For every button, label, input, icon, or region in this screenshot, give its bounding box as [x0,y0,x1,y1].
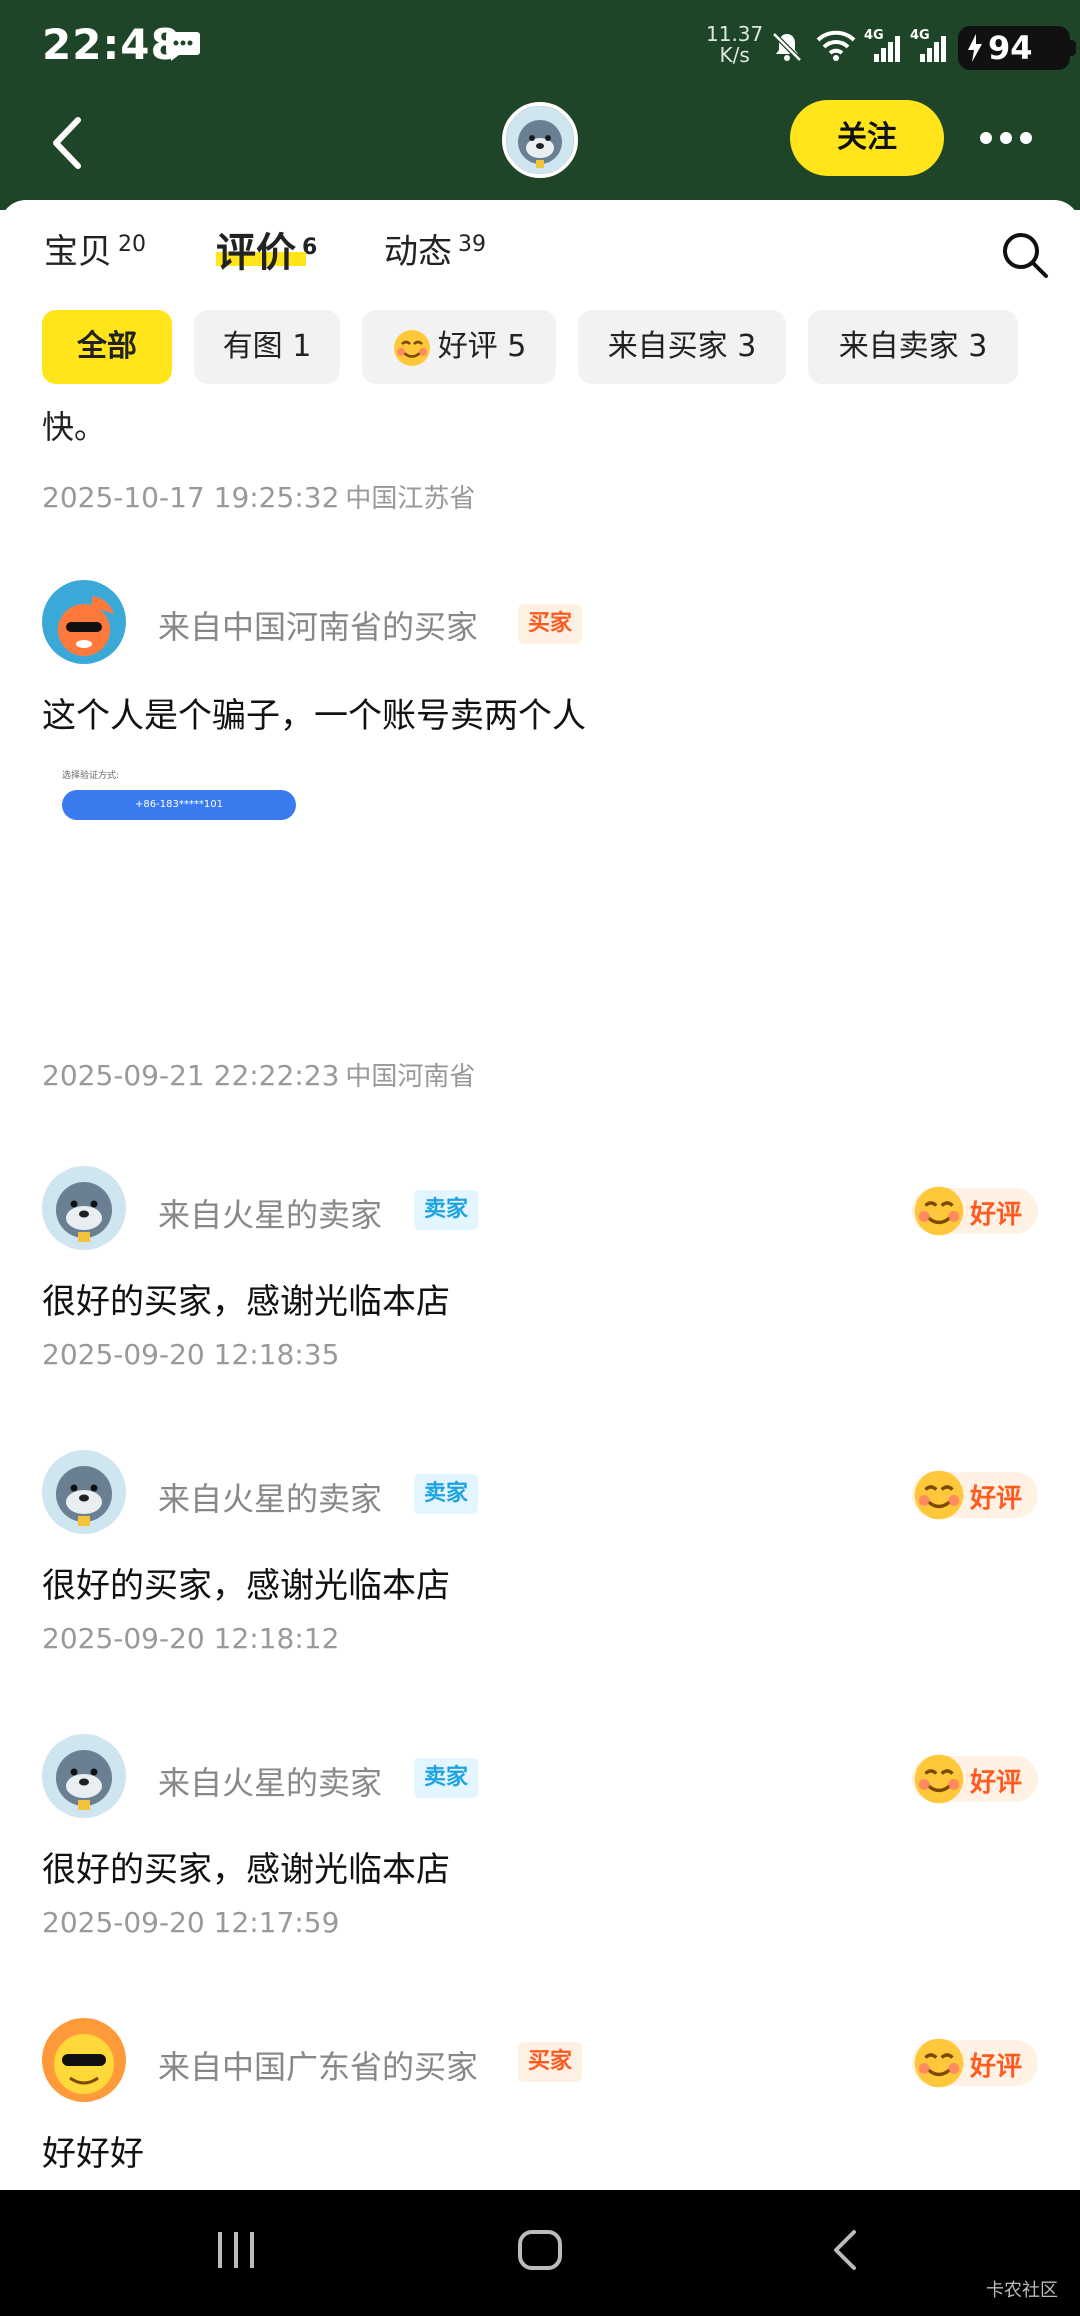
review-text: 货真价实、描述真实、好买家、质量很好、性价比很高、回复 快。 [42,390,906,446]
reviewer-name: 来自中国广东省的买家 [158,2048,479,2086]
seller-tag: 卖家 [414,1474,479,1514]
review-time: 2025-09-20 12:18:12 [42,1622,340,1655]
review-text: 很好的买家，感谢光临本店 [42,1282,450,1322]
smile-face-icon [914,1470,964,1520]
review-meta: 2025-09-21 22:22:23 中国河南省 [42,1059,476,1092]
status-bar: 22:48 11.37 K/s 4G 4G 94 [0,0,1080,90]
positive-badge: 好评 [912,1754,1038,1804]
buyer-tag: 买家 [518,2042,583,2082]
content-sheet: 宝贝 20 评价 6 动态 39 全部 有图 1 好评 5 来自买家 3 来自卖家 3 [0,200,1080,2190]
avatar[interactable] [42,580,126,664]
review-time: 2025-09-20 12:17:59 [42,1906,340,1939]
avatar[interactable] [42,1450,126,1534]
review-text: 很好的买家，感谢光临本店 [42,1850,450,1890]
tab-items[interactable]: 宝贝 20 [44,224,146,273]
nav-bar: 关注 [0,90,1080,210]
charging-icon [968,34,982,62]
positive-badge: 好评 [912,1186,1038,1236]
reviewer-name: 来自中国河南省的买家 [158,608,479,646]
filter-with-image[interactable]: 有图 1 [194,310,340,384]
mute-icon [772,32,802,62]
review-feed: 货真价实、描述真实、好买家、质量很好、性价比很高、回复 快。 2025-10-1… [0,390,1080,2190]
filter-positive[interactable]: 好评 5 [362,310,556,384]
system-nav-bar [0,2190,1080,2316]
shop-avatar[interactable] [502,102,578,178]
watermark: 卡农社区 [986,2280,1058,2301]
avatar[interactable] [42,1166,126,1250]
smile-face-icon [393,329,430,366]
recents-icon[interactable] [212,2226,260,2274]
search-icon[interactable] [1000,230,1050,280]
back-icon[interactable] [44,110,94,176]
review-time: 2025-09-20 12:18:35 [42,1338,340,1371]
back-nav-icon[interactable] [822,2226,870,2274]
tab-updates[interactable]: 动态 39 [384,224,486,273]
reviewer-name: 来自火星的卖家 [158,1196,383,1234]
smile-face-icon [914,1754,964,1804]
smile-face-icon [914,2038,964,2088]
smile-face-icon [914,1186,964,1236]
seller-tag: 卖家 [414,1758,479,1798]
review-text: 很好的买家，感谢光临本店 [42,1566,450,1606]
positive-badge: 好评 [912,2038,1038,2088]
review-image[interactable]: 选择验证方式: +86-183*****101 [42,760,312,880]
filter-chips: 全部 有图 1 好评 5 来自买家 3 来自卖家 3 [0,310,1080,390]
review-text: 好好好 [42,2134,144,2174]
filter-all[interactable]: 全部 [42,310,172,384]
filter-from-seller[interactable]: 来自卖家 3 [808,310,1018,384]
positive-badge: 好评 [912,1470,1038,1520]
more-icon[interactable] [976,120,1036,156]
signal-icon: 4G [864,28,906,64]
tab-bar: 宝贝 20 评价 6 动态 39 [0,200,1080,300]
avatar[interactable] [42,2018,126,2102]
battery-indicator: 94 [958,26,1078,70]
review-meta: 2025-10-17 19:25:32 中国江苏省 [42,481,476,514]
avatar[interactable] [42,1734,126,1818]
home-icon[interactable] [516,2226,564,2274]
reviewer-name: 来自火星的卖家 [158,1764,383,1802]
follow-button[interactable]: 关注 [790,100,944,176]
buyer-tag: 买家 [518,604,583,644]
seller-tag: 卖家 [414,1190,479,1230]
status-time: 22:48 [42,20,181,69]
top-header: 22:48 11.37 K/s 4G 4G 94 关注 [0,0,1080,210]
filter-from-buyer[interactable]: 来自买家 3 [578,310,786,384]
reviewer-name: 来自火星的卖家 [158,1480,383,1518]
wifi-icon [816,30,856,61]
message-icon [166,32,200,61]
net-speed: 11.37 K/s [706,22,764,67]
signal-icon-2: 4G [910,28,952,64]
tab-reviews[interactable]: 评价 6 [216,220,317,278]
review-text: 这个人是个骗子，一个账号卖两个人 [42,696,586,736]
